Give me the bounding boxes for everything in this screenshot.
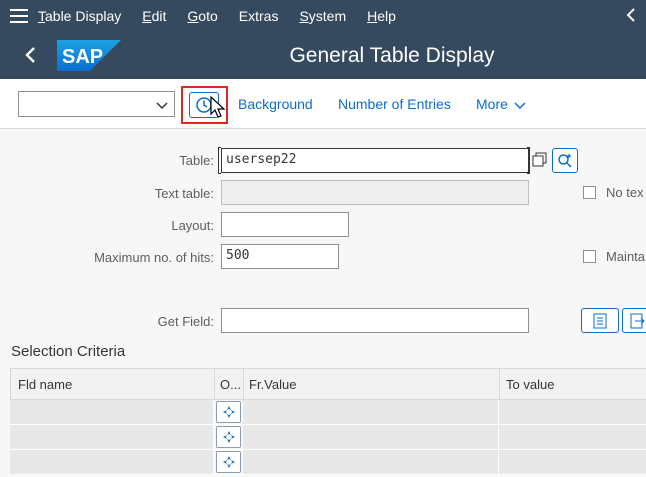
selection-criteria-grid: Fld name O... Fr.Value To value <box>10 368 646 475</box>
table-label: Table: <box>179 153 214 168</box>
column-header-from-value[interactable]: Fr.Value <box>249 377 296 392</box>
get-field-button[interactable] <box>581 308 619 333</box>
no-text-checkbox[interactable] <box>583 186 596 199</box>
more-button[interactable]: More <box>476 96 526 113</box>
from-value-cell[interactable] <box>243 425 499 449</box>
column-header-fld-name[interactable]: Fld name <box>18 377 72 392</box>
table-row <box>10 425 646 450</box>
to-value-cell[interactable] <box>499 450 646 474</box>
fld-name-cell[interactable] <box>10 400 214 424</box>
shell-header: SAP General Table Display <box>0 31 646 79</box>
value-help-icon[interactable] <box>532 152 548 173</box>
chevron-down-icon <box>514 97 526 113</box>
table-row <box>10 400 646 425</box>
menu-extras[interactable]: Extras <box>239 8 279 24</box>
text-table-input <box>221 180 529 205</box>
selection-option-icon[interactable] <box>216 451 241 473</box>
get-field-input[interactable] <box>221 308 529 333</box>
mouse-cursor-icon <box>210 95 226 125</box>
text-table-label: Text table: <box>154 186 214 201</box>
toolbar: Background Number of Entries More <box>0 79 646 129</box>
page-title: General Table Display <box>289 44 495 67</box>
max-hits-label: Maximum no. of hits: <box>94 250 214 265</box>
maintain-label: Mainta <box>606 249 646 264</box>
layout-label: Layout: <box>171 218 214 233</box>
number-of-entries-button[interactable]: Number of Entries <box>338 96 451 112</box>
menu-bar: Table Display Edit Goto Extras System He… <box>0 0 646 31</box>
selection-criteria-title: Selection Criteria <box>11 343 126 360</box>
menu-help[interactable]: Help <box>367 8 396 24</box>
column-header-option[interactable]: O... <box>220 377 241 392</box>
no-text-label: No tex <box>606 185 644 200</box>
menu-system[interactable]: System <box>299 8 346 24</box>
background-button[interactable]: Background <box>238 96 313 112</box>
search-icon <box>558 153 572 168</box>
column-header-to-value[interactable]: To value <box>506 377 554 392</box>
hamburger-menu-icon[interactable] <box>0 0 38 31</box>
menu-table-display[interactable]: Table Display <box>38 8 121 24</box>
fld-name-cell[interactable] <box>10 450 214 474</box>
max-hits-input[interactable]: 500 <box>221 244 339 269</box>
export-button[interactable] <box>622 308 646 333</box>
table-input[interactable]: usersep22 <box>221 148 529 173</box>
document-list-icon <box>593 313 607 328</box>
selection-option-icon[interactable] <box>216 426 241 448</box>
chevron-down-icon <box>156 98 168 116</box>
to-value-cell[interactable] <box>499 425 646 449</box>
grid-header: Fld name O... Fr.Value To value <box>10 368 646 401</box>
to-value-cell[interactable] <box>499 400 646 424</box>
menu-goto[interactable]: Goto <box>187 8 217 24</box>
maintain-checkbox[interactable] <box>583 250 596 263</box>
focus-bracket-right <box>527 147 530 174</box>
table-row <box>10 450 646 475</box>
menu-edit[interactable]: Edit <box>142 8 166 24</box>
search-table-button[interactable] <box>552 148 578 173</box>
from-value-cell[interactable] <box>243 400 499 424</box>
collapse-chevron-left-icon[interactable] <box>626 7 636 28</box>
layout-input[interactable] <box>221 212 349 237</box>
variant-select[interactable] <box>18 91 175 117</box>
get-field-label: Get Field: <box>157 314 214 329</box>
fld-name-cell[interactable] <box>10 425 214 449</box>
export-icon <box>630 313 645 328</box>
selection-option-icon[interactable] <box>216 401 241 423</box>
from-value-cell[interactable] <box>243 450 499 474</box>
